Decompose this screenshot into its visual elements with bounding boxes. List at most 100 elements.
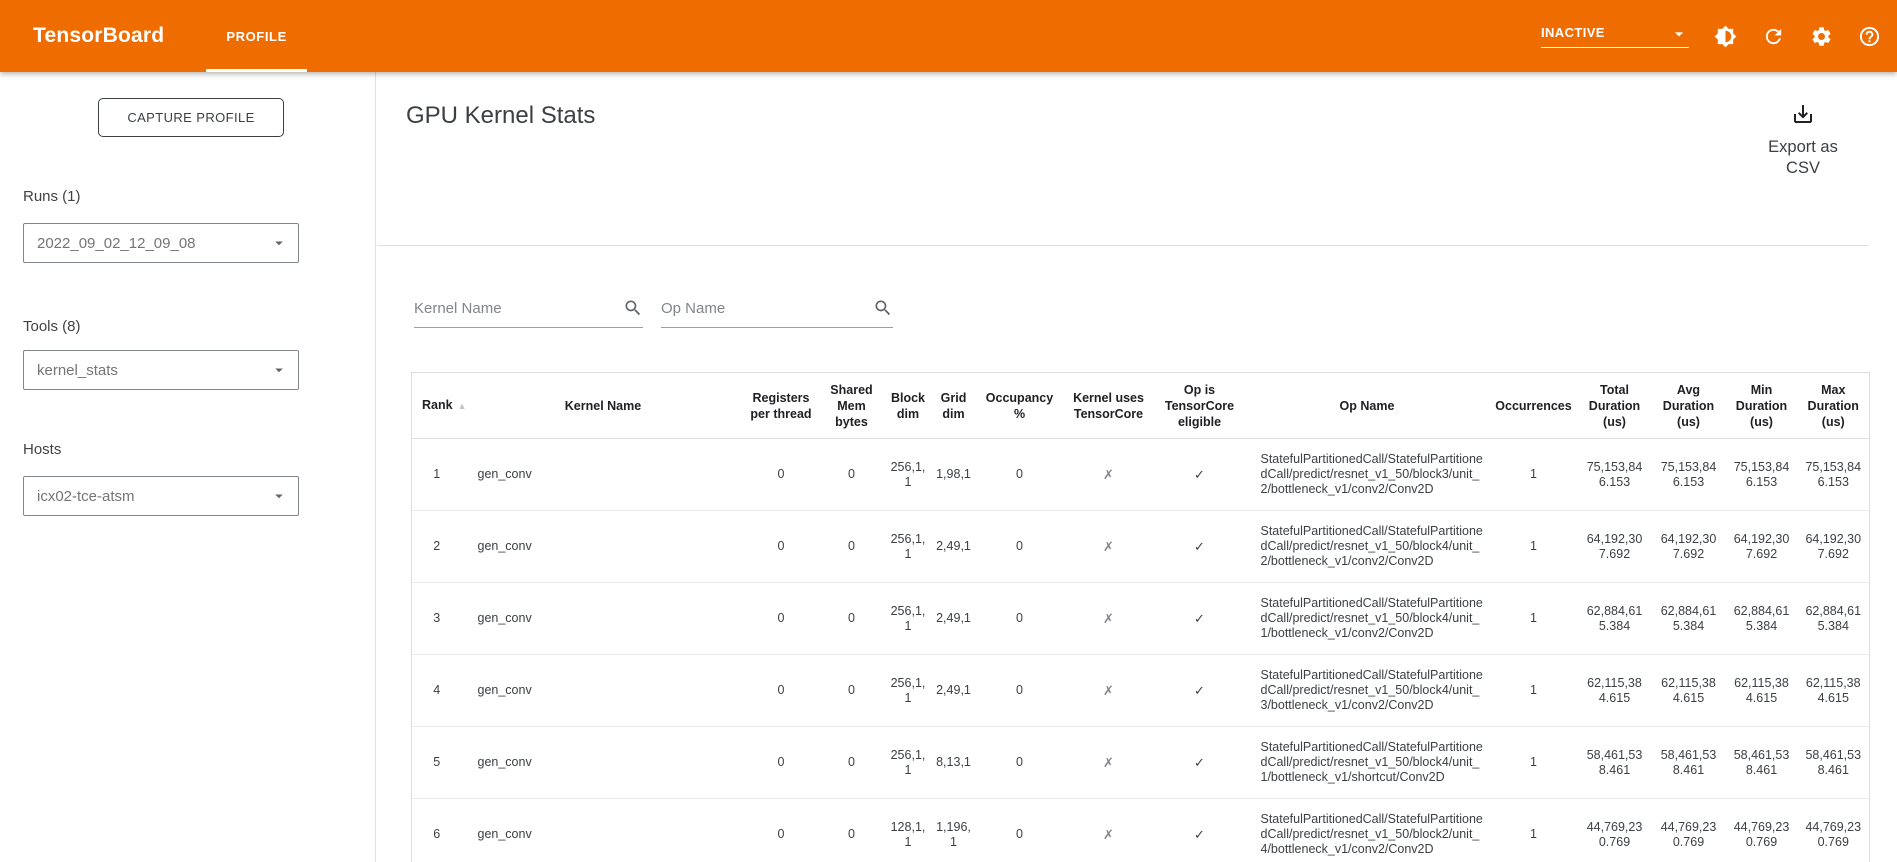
table-header-row: Rank▲ Kernel Name Registers per thread S… <box>412 373 1870 439</box>
cell-occupancy: 0 <box>977 799 1063 862</box>
export-csv-button[interactable]: Export as CSV <box>1749 102 1857 179</box>
cell-occurrences: 1 <box>1490 655 1578 727</box>
cell-occurrences: 1 <box>1490 511 1578 583</box>
cell-tensorcore-eligible: ✓ <box>1155 511 1245 583</box>
gpu-kernel-stats-table: Rank▲ Kernel Name Registers per thread S… <box>411 372 1870 862</box>
cell-avg-duration: 62,884,615.384 <box>1652 583 1726 655</box>
refresh-icon <box>1762 25 1785 48</box>
cell-kernel-name: gen_conv <box>462 439 745 511</box>
runs-dropdown[interactable]: 2022_09_02_12_09_08 <box>23 223 299 263</box>
cell-min-duration: 64,192,307.692 <box>1726 511 1798 583</box>
cell-occupancy: 0 <box>977 655 1063 727</box>
sort-ascending-icon: ▲ <box>458 401 467 411</box>
cell-shared-mem-bytes: 0 <box>818 655 886 727</box>
column-header-min-duration[interactable]: Min Duration (us) <box>1726 373 1798 439</box>
cell-uses-tensorcore: ✗ <box>1063 799 1155 862</box>
cell-kernel-name: gen_conv <box>462 799 745 862</box>
cell-registers-per-thread: 0 <box>745 799 818 862</box>
cell-total-duration: 62,115,384.615 <box>1578 655 1652 727</box>
cell-grid-dim: 1,196,1 <box>931 799 977 862</box>
cell-total-duration: 75,153,846.153 <box>1578 439 1652 511</box>
cell-registers-per-thread: 0 <box>745 655 818 727</box>
tools-dropdown[interactable]: kernel_stats <box>23 350 299 390</box>
column-header-total-duration[interactable]: Total Duration (us) <box>1578 373 1652 439</box>
cell-total-duration: 44,769,230.769 <box>1578 799 1652 862</box>
search-icon[interactable] <box>873 298 893 318</box>
cell-rank: 1 <box>412 439 462 511</box>
cell-avg-duration: 44,769,230.769 <box>1652 799 1726 862</box>
top-app-bar: TensorBoard PROFILE INACTIVE <box>0 0 1897 72</box>
cell-block-dim: 256,1,1 <box>886 583 931 655</box>
column-header-rank[interactable]: Rank▲ <box>412 373 462 439</box>
column-header-registers-per-thread[interactable]: Registers per thread <box>745 373 818 439</box>
run-status-label: INACTIVE <box>1541 25 1605 40</box>
column-header-grid-dim[interactable]: Grid dim <box>931 373 977 439</box>
column-header-op-name[interactable]: Op Name <box>1245 373 1490 439</box>
chevron-down-icon <box>270 234 288 252</box>
column-header-kernel-name[interactable]: Kernel Name <box>462 373 745 439</box>
cell-op-name: StatefulPartitionedCall/StatefulPartitio… <box>1245 583 1490 655</box>
cell-occupancy: 0 <box>977 727 1063 799</box>
cell-max-duration: 75,153,846.153 <box>1798 439 1870 511</box>
cell-registers-per-thread: 0 <box>745 583 818 655</box>
brightness-icon <box>1714 25 1737 48</box>
cell-tensorcore-eligible: ✓ <box>1155 439 1245 511</box>
cell-tensorcore-eligible: ✓ <box>1155 655 1245 727</box>
cell-max-duration: 58,461,538.461 <box>1798 727 1870 799</box>
column-header-shared-mem-bytes[interactable]: Shared Mem bytes <box>818 373 886 439</box>
hosts-dropdown[interactable]: icx02-tce-atsm <box>23 476 299 516</box>
column-header-occupancy[interactable]: Occupancy % <box>977 373 1063 439</box>
cell-occurrences: 1 <box>1490 583 1578 655</box>
cell-grid-dim: 2,49,1 <box>931 655 977 727</box>
cell-uses-tensorcore: ✗ <box>1063 655 1155 727</box>
column-header-max-duration[interactable]: Max Duration (us) <box>1798 373 1870 439</box>
cell-uses-tensorcore: ✗ <box>1063 439 1155 511</box>
cell-op-name: StatefulPartitionedCall/StatefulPartitio… <box>1245 439 1490 511</box>
cell-block-dim: 128,1,1 <box>886 799 931 862</box>
kernel-name-filter <box>414 298 643 328</box>
run-status-dropdown[interactable]: INACTIVE <box>1541 24 1689 48</box>
help-icon <box>1858 25 1881 48</box>
help-button[interactable] <box>1857 24 1881 48</box>
settings-button[interactable] <box>1809 24 1833 48</box>
cell-shared-mem-bytes: 0 <box>818 511 886 583</box>
column-header-block-dim[interactable]: Block dim <box>886 373 931 439</box>
column-header-occurrences[interactable]: Occurrences <box>1490 373 1578 439</box>
chevron-down-icon <box>1669 24 1689 44</box>
table-row: 3 gen_conv 0 0 256,1,1 2,49,1 0 ✗ ✓ Stat… <box>412 583 1870 655</box>
runs-dropdown-value: 2022_09_02_12_09_08 <box>37 235 196 252</box>
op-name-filter-input[interactable] <box>661 300 851 317</box>
page-title: GPU Kernel Stats <box>406 102 595 130</box>
cell-avg-duration: 58,461,538.461 <box>1652 727 1726 799</box>
cell-grid-dim: 2,49,1 <box>931 583 977 655</box>
cell-occupancy: 0 <box>977 439 1063 511</box>
cell-rank: 3 <box>412 583 462 655</box>
capture-profile-button[interactable]: CAPTURE PROFILE <box>98 98 284 137</box>
topbar-actions: INACTIVE <box>1541 24 1881 48</box>
column-header-op-tensorcore-eligible[interactable]: Op is TensorCore eligible <box>1155 373 1245 439</box>
kernel-name-filter-input[interactable] <box>414 300 604 317</box>
cell-kernel-name: gen_conv <box>462 511 745 583</box>
cell-registers-per-thread: 0 <box>745 511 818 583</box>
tensorboard-logo: TensorBoard <box>33 24 164 48</box>
table-row: 1 gen_conv 0 0 256,1,1 1,98,1 0 ✗ ✓ Stat… <box>412 439 1870 511</box>
table-row: 5 gen_conv 0 0 256,1,1 8,13,1 0 ✗ ✓ Stat… <box>412 727 1870 799</box>
cell-kernel-name: gen_conv <box>462 727 745 799</box>
cell-avg-duration: 64,192,307.692 <box>1652 511 1726 583</box>
cell-shared-mem-bytes: 0 <box>818 439 886 511</box>
column-header-kernel-uses-tensorcore[interactable]: Kernel uses TensorCore <box>1063 373 1155 439</box>
cell-registers-per-thread: 0 <box>745 727 818 799</box>
tab-profile[interactable]: PROFILE <box>206 0 307 72</box>
cell-avg-duration: 62,115,384.615 <box>1652 655 1726 727</box>
op-name-filter <box>661 298 893 328</box>
search-icon[interactable] <box>623 298 643 318</box>
cell-occurrences: 1 <box>1490 439 1578 511</box>
column-header-avg-duration[interactable]: Avg Duration (us) <box>1652 373 1726 439</box>
download-icon <box>1791 102 1815 126</box>
refresh-button[interactable] <box>1761 24 1785 48</box>
cell-rank: 4 <box>412 655 462 727</box>
cell-tensorcore-eligible: ✓ <box>1155 799 1245 862</box>
theme-toggle-button[interactable] <box>1713 24 1737 48</box>
cell-occurrences: 1 <box>1490 727 1578 799</box>
cell-grid-dim: 1,98,1 <box>931 439 977 511</box>
